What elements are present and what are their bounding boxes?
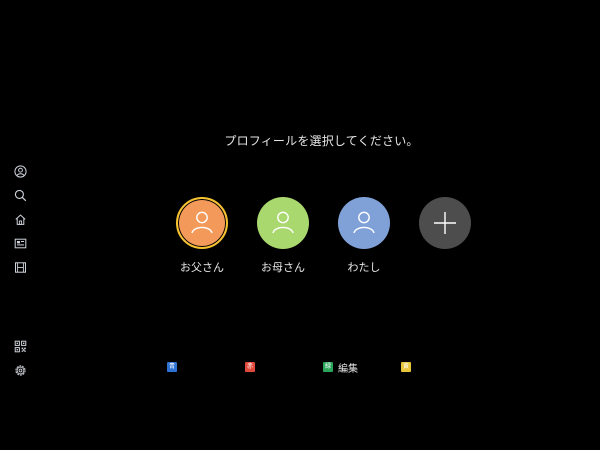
avatar[interactable] [338,197,390,249]
plus-icon [434,212,456,234]
red-key-hint: 赤 [245,361,255,373]
green-key-hint[interactable]: 緑 編集 [323,361,358,375]
sidebar [0,0,40,450]
edit-label: 編集 [338,363,358,375]
film-icon[interactable] [12,259,28,275]
settings-icon[interactable] [12,362,28,378]
profile-name: お父さん [180,261,224,274]
person-icon [272,211,294,234]
add-profile-avatar[interactable] [419,197,471,249]
person-icon [353,211,375,234]
yellow-key-hint: 黄 [401,361,411,373]
avatar[interactable] [257,197,309,249]
profile-card-father[interactable]: お父さん [157,197,247,275]
person-icon [191,211,213,234]
avatar[interactable] [176,197,228,249]
profile-name: わたし [347,261,381,274]
blue-key-hint: 青 [167,361,177,373]
green-key-icon: 緑 [323,362,333,372]
profile-card-me[interactable]: わたし [319,197,409,275]
profile-icon[interactable] [12,163,28,179]
profile-card-mother[interactable]: お母さん [238,197,328,275]
tv-icon[interactable] [12,235,28,251]
profile-name: お母さん [261,261,305,274]
qr-code-icon[interactable] [12,338,28,354]
blue-key-icon: 青 [167,362,177,372]
red-key-icon: 赤 [245,362,255,372]
search-icon[interactable] [12,187,28,203]
home-icon[interactable] [12,211,28,227]
page-title: プロフィールを選択してください。 [224,134,419,148]
yellow-key-icon: 黄 [401,362,411,372]
add-profile-button[interactable] [400,197,490,249]
